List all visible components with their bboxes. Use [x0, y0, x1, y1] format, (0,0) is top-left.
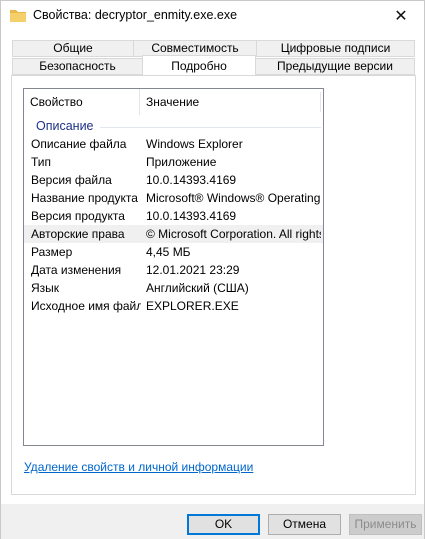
property-value: Английский (США) — [146, 281, 249, 295]
list-item[interactable]: Дата изменения 12.01.2021 23:29 — [24, 261, 323, 279]
list-rows: Описание файла Windows Explorer Тип Прил… — [24, 135, 323, 315]
column-header-value[interactable]: Значение — [140, 89, 323, 115]
list-item[interactable]: Описание файла Windows Explorer — [24, 135, 323, 153]
cancel-button[interactable]: Отмена — [268, 514, 341, 535]
list-item[interactable]: Размер 4,45 МБ — [24, 243, 323, 261]
property-name: Авторские права — [31, 227, 125, 241]
property-value: Windows Explorer — [146, 137, 243, 151]
property-value: Microsoft® Windows® Operating ... — [146, 191, 321, 205]
property-value: EXPLORER.EXE — [146, 299, 239, 313]
property-value: 10.0.14393.4169 — [146, 209, 237, 223]
property-name: Тип — [31, 155, 52, 169]
column-divider — [320, 92, 321, 112]
property-value: 12.01.2021 23:29 — [146, 263, 240, 277]
group-heading-description: Описание — [36, 117, 321, 135]
group-divider — [99, 126, 321, 128]
button-bar: OK Отмена Применить — [1, 504, 424, 539]
group-heading-label: Описание — [36, 119, 94, 133]
list-item[interactable]: Название продукта Microsoft® Windows® Op… — [24, 189, 323, 207]
property-name: Дата изменения — [31, 263, 122, 277]
properties-dialog: Свойства: decryptor_enmity.exe.exe ✕ Общ… — [0, 0, 425, 539]
property-value: 4,45 МБ — [146, 245, 191, 259]
tab-details[interactable]: Подробно — [142, 55, 256, 75]
tab-general[interactable]: Общие — [12, 40, 134, 57]
property-value: 10.0.14393.4169 — [146, 173, 237, 187]
property-name: Описание файла — [31, 137, 127, 151]
properties-list[interactable]: Свойство Значение Описание Описание файл… — [23, 88, 324, 446]
list-item-selected[interactable]: Авторские права © Microsoft Corporation.… — [24, 225, 323, 243]
property-name: Версия файла — [31, 173, 112, 187]
tab-strip: Общие Совместимость Цифровые подписи Без… — [12, 40, 415, 76]
list-item[interactable]: Тип Приложение — [24, 153, 323, 171]
list-header: Свойство Значение — [24, 89, 323, 115]
property-name: Язык — [31, 281, 60, 295]
tab-security[interactable]: Безопасность — [12, 58, 143, 75]
details-panel: Свойство Значение Описание Описание файл… — [11, 75, 416, 495]
list-item[interactable]: Язык Английский (США) — [24, 279, 323, 297]
close-icon: ✕ — [394, 8, 408, 25]
list-item[interactable]: Версия продукта 10.0.14393.4169 — [24, 207, 323, 225]
remove-properties-link[interactable]: Удаление свойств и личной информации — [24, 460, 253, 474]
window-title: Свойства: decryptor_enmity.exe.exe — [33, 8, 238, 22]
folder-icon — [10, 9, 26, 22]
tab-digital-signatures[interactable]: Цифровые подписи — [256, 40, 415, 57]
property-name: Версия продукта — [31, 209, 125, 223]
list-item[interactable]: Исходное имя файла EXPLORER.EXE — [24, 297, 323, 315]
close-button[interactable]: ✕ — [378, 1, 424, 31]
property-value: © Microsoft Corporation. All rights ... — [146, 227, 321, 241]
title-bar: Свойства: decryptor_enmity.exe.exe ✕ — [1, 1, 424, 31]
property-name: Исходное имя файла — [31, 299, 141, 313]
property-name: Название продукта — [31, 191, 138, 205]
tab-previous-versions[interactable]: Предыдущие версии — [255, 58, 415, 75]
list-item[interactable]: Версия файла 10.0.14393.4169 — [24, 171, 323, 189]
property-name: Размер — [31, 245, 73, 259]
apply-button[interactable]: Применить — [349, 514, 422, 535]
ok-button[interactable]: OK — [187, 514, 260, 535]
column-header-property[interactable]: Свойство — [24, 89, 140, 115]
property-value: Приложение — [146, 155, 217, 169]
